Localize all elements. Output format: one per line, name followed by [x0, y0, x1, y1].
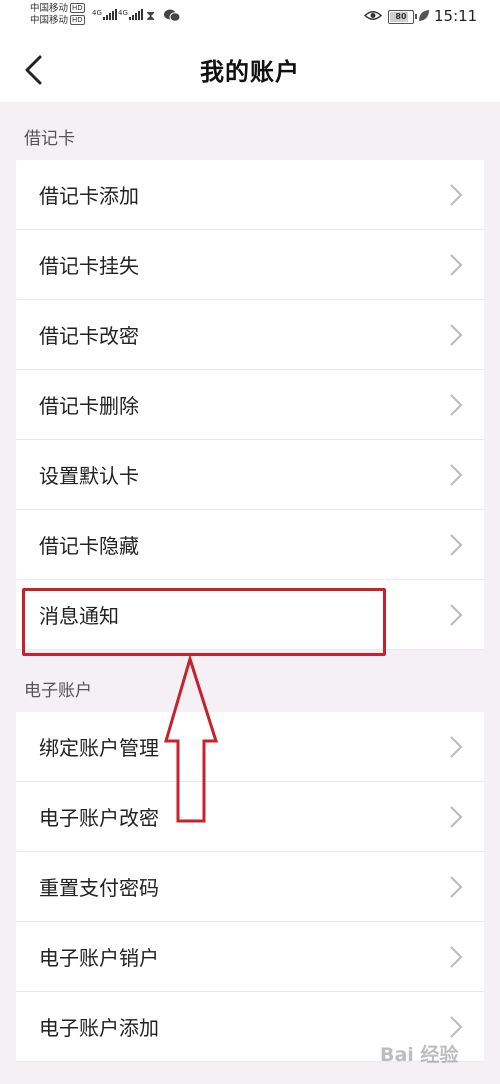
list-item-label: 绑定账户管理 — [39, 736, 159, 760]
carrier-1: 中国移动 — [30, 3, 69, 14]
list-item-debit-card-change-password[interactable]: 借记卡改密 — [16, 300, 484, 370]
status-bar: 中国移动 HD 中国移动 HD 4G 4G ⧗ 80 15:11 — [0, 0, 500, 36]
leaf-icon — [419, 10, 429, 21]
signal-icon-1: 4G — [92, 9, 117, 20]
section-label-e-account: 电子账户 — [24, 681, 92, 701]
list-item-label: 电子账户改密 — [39, 806, 159, 830]
page-title: 我的账户 — [200, 58, 300, 86]
list-item-e-account-close[interactable]: 电子账户销户 — [16, 922, 484, 992]
chevron-right-icon — [450, 806, 463, 828]
status-time: 15:11 — [434, 7, 478, 25]
chevron-right-icon — [450, 324, 463, 346]
nav-bar: 我的账户 — [0, 36, 500, 102]
list-item-label: 电子账户销户 — [39, 946, 159, 970]
chevron-right-icon — [450, 394, 463, 416]
baidu-jingyan-watermark: Bai 经验 — [380, 1040, 490, 1074]
battery-level: 80 — [395, 12, 407, 21]
network-type-1: 4G — [92, 9, 102, 17]
chevron-right-icon — [450, 1016, 463, 1038]
list-item-set-default-card[interactable]: 设置默认卡 — [16, 440, 484, 510]
debit-card-list: 借记卡添加 借记卡挂失 借记卡改密 借记卡删除 设置默认卡 借记卡隐藏 消息通知 — [16, 160, 484, 650]
signal-icon-2: 4G — [118, 9, 143, 20]
list-item-label: 电子账户添加 — [39, 1016, 159, 1040]
chevron-right-icon — [450, 184, 463, 206]
list-item-label: 借记卡隐藏 — [39, 534, 139, 558]
list-item-label: 借记卡挂失 — [39, 254, 139, 278]
chevron-right-icon — [450, 946, 463, 968]
carrier-2: 中国移动 — [30, 15, 69, 26]
list-item-debit-card-add[interactable]: 借记卡添加 — [16, 160, 484, 230]
carrier-info: 中国移动 HD 中国移动 HD — [30, 3, 85, 27]
up-arrow-annotation-icon — [163, 655, 219, 823]
hd-badge-2: HD — [70, 15, 85, 25]
list-item-debit-card-hide[interactable]: 借记卡隐藏 — [16, 510, 484, 580]
list-item-label: 借记卡改密 — [39, 324, 139, 348]
chevron-right-icon — [450, 736, 463, 758]
network-type-2: 4G — [118, 9, 128, 17]
list-item-label: 重置支付密码 — [39, 876, 159, 900]
list-item-label: 借记卡删除 — [39, 394, 139, 418]
chevron-right-icon — [450, 876, 463, 898]
battery-icon: 80 — [388, 10, 417, 24]
watermark-text: Bai 经验 — [380, 1044, 459, 1066]
hd-badge-1: HD — [70, 3, 85, 13]
section-label-debit-card: 借记卡 — [24, 129, 75, 149]
wechat-icon — [164, 9, 180, 22]
highlight-box — [22, 588, 386, 656]
e-account-list: 绑定账户管理 电子账户改密 重置支付密码 电子账户销户 电子账户添加 — [16, 712, 484, 1062]
list-item-bind-account-management[interactable]: 绑定账户管理 — [16, 712, 484, 782]
list-item-reset-payment-password[interactable]: 重置支付密码 — [16, 852, 484, 922]
eye-comfort-icon — [364, 11, 382, 20]
list-item-e-account-change-password[interactable]: 电子账户改密 — [16, 782, 484, 852]
list-item-debit-card-delete[interactable]: 借记卡删除 — [16, 370, 484, 440]
list-item-label: 设置默认卡 — [39, 464, 139, 488]
hourglass-icon: ⧗ — [146, 9, 156, 24]
chevron-right-icon — [450, 254, 463, 276]
chevron-right-icon — [450, 534, 463, 556]
list-item-debit-card-report-loss[interactable]: 借记卡挂失 — [16, 230, 484, 300]
list-item-label: 借记卡添加 — [39, 184, 139, 208]
chevron-right-icon — [450, 604, 463, 626]
chevron-right-icon — [450, 464, 463, 486]
